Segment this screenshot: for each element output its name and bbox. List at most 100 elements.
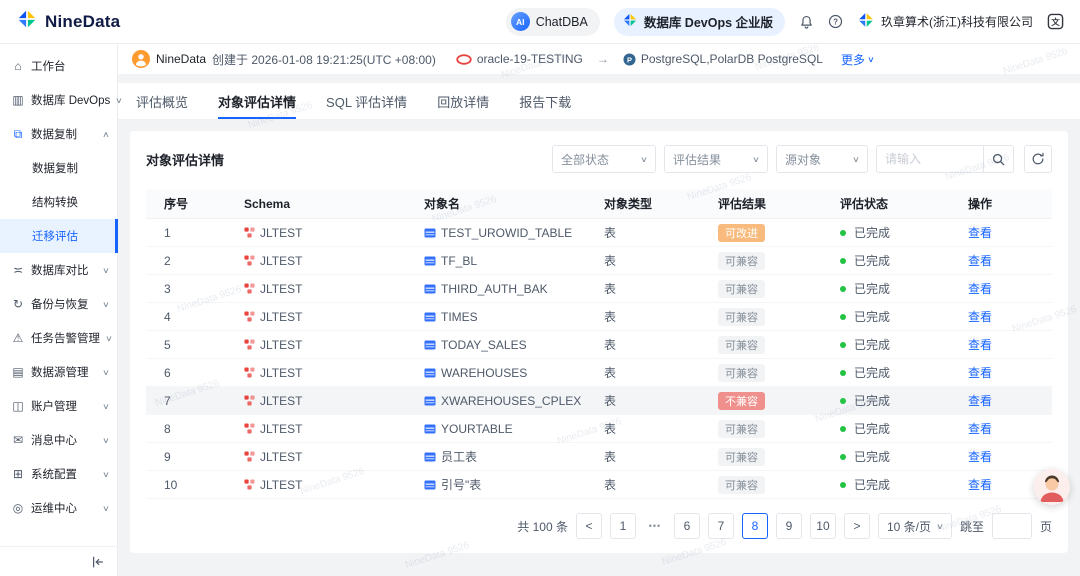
ai-icon: AI <box>511 12 530 31</box>
pagination-page-8[interactable]: 8 <box>742 513 768 539</box>
source-object-filter-select[interactable]: 源对象 ∨ <box>776 145 868 173</box>
result-badge: 可兼容 <box>718 252 765 270</box>
status-dot-icon <box>840 258 846 264</box>
cell-object-type: 表 <box>604 476 718 493</box>
pagination-page-7[interactable]: 7 <box>708 513 734 539</box>
tab-object-detail[interactable]: 对象评估详情 <box>218 83 296 119</box>
chevron-down-icon: ∨ <box>102 504 110 513</box>
tab-overview[interactable]: 评估概览 <box>136 83 188 119</box>
view-link[interactable]: 查看 <box>968 476 992 493</box>
notification-bell-icon[interactable] <box>799 14 814 30</box>
panel-title: 对象评估详情 <box>146 150 224 169</box>
tab-replay-detail[interactable]: 回放详情 <box>437 83 489 119</box>
sidebar-item-ops-center[interactable]: ◎ 运维中心 ∨ <box>0 491 117 525</box>
table-row[interactable]: 7 JLTEST XWAREHOUSES_CPLEX 表 不兼容 已完成 查看 <box>146 387 1052 415</box>
view-link[interactable]: 查看 <box>968 308 992 325</box>
table-icon <box>424 423 436 435</box>
pagination-ellipsis[interactable]: ••• <box>644 521 666 531</box>
chatdba-button[interactable]: AI ChatDBA <box>506 8 600 36</box>
sidebar-footer <box>0 546 117 576</box>
search-input[interactable] <box>877 152 983 166</box>
pagination-page-9[interactable]: 9 <box>776 513 802 539</box>
company-name: 玖章算术(浙江)科技有限公司 <box>881 13 1033 30</box>
cell-object-name: 引号"表 <box>424 476 604 493</box>
view-link[interactable]: 查看 <box>968 224 992 241</box>
table-row[interactable]: 8 JLTEST YOURTABLE 表 可兼容 已完成 查看 <box>146 415 1052 443</box>
support-avatar[interactable] <box>1034 469 1070 505</box>
view-link[interactable]: 查看 <box>968 336 992 353</box>
search-icon[interactable] <box>983 146 1013 172</box>
sidebar-item-system-config[interactable]: ⊞ 系统配置 ∨ <box>0 457 117 491</box>
chevron-down-icon: ∨ <box>102 470 110 479</box>
compare-icon: ≍ <box>11 263 25 277</box>
sidebar-item-backup-restore[interactable]: ↻ 备份与恢复 ∨ <box>0 287 117 321</box>
sidebar-item-label: 任务告警管理 <box>31 330 100 346</box>
table-row[interactable]: 3 JLTEST THIRD_AUTH_BAK 表 可兼容 已完成 查看 <box>146 275 1052 303</box>
cell-status: 已完成 <box>840 336 968 353</box>
status-dot-icon <box>840 286 846 292</box>
sidebar-item-migration-assessment[interactable]: 迁移评估 <box>0 219 117 253</box>
view-link[interactable]: 查看 <box>968 252 992 269</box>
language-icon[interactable]: 文 <box>1047 13 1064 30</box>
result-filter-select[interactable]: 评估结果 ∨ <box>664 145 768 173</box>
view-link[interactable]: 查看 <box>968 280 992 297</box>
sidebar-item-workbench[interactable]: ⌂ 工作台 <box>0 49 117 83</box>
sidebar-item-datasource[interactable]: ▤ 数据源管理 ∨ <box>0 355 117 389</box>
chevron-down-icon: ∨ <box>752 155 760 164</box>
brand-logo[interactable]: NineData <box>16 8 120 35</box>
sidebar-item-database-compare[interactable]: ≍ 数据库对比 ∨ <box>0 253 117 287</box>
edition-button[interactable]: 数据库 DevOps 企业版 <box>614 8 785 36</box>
view-link[interactable]: 查看 <box>968 420 992 437</box>
account-menu[interactable]: 玖章算术(浙江)科技有限公司 <box>857 11 1033 32</box>
help-icon[interactable]: ? <box>828 14 843 29</box>
svg-text:文: 文 <box>1051 17 1060 27</box>
cell-object-name: TODAY_SALES <box>424 338 604 352</box>
sidebar-item-schema-conversion[interactable]: 结构转换 <box>0 185 117 219</box>
cell-schema: JLTEST <box>244 422 424 436</box>
view-link[interactable]: 查看 <box>968 364 992 381</box>
status-dot-icon <box>840 426 846 432</box>
sidebar-item-message-center[interactable]: ✉ 消息中心 ∨ <box>0 423 117 457</box>
collapse-sidebar-icon[interactable] <box>91 555 105 569</box>
schema-icon <box>244 395 255 406</box>
tab-sql-detail[interactable]: SQL 评估详情 <box>326 83 407 119</box>
pagination-page-6[interactable]: 6 <box>674 513 700 539</box>
jump-input[interactable] <box>992 513 1032 539</box>
sidebar-item-account[interactable]: ◫ 账户管理 ∨ <box>0 389 117 423</box>
table-row[interactable]: 6 JLTEST WAREHOUSES 表 可兼容 已完成 查看 <box>146 359 1052 387</box>
ninedata-logo-icon <box>622 12 638 31</box>
target-datasource: P PostgreSQL,PolarDB PostgreSQL <box>623 52 823 66</box>
table-row[interactable]: 1 JLTEST TEST_UROWID_TABLE 表 可改进 已完成 查看 <box>146 219 1052 247</box>
table-row[interactable]: 10 JLTEST 引号"表 表 可兼容 已完成 查看 <box>146 471 1052 499</box>
view-link[interactable]: 查看 <box>968 392 992 409</box>
pagination-page-1[interactable]: 1 <box>610 513 636 539</box>
column-header: 对象类型 <box>604 195 718 212</box>
tab-report-download[interactable]: 报告下载 <box>519 83 571 119</box>
table-row[interactable]: 2 JLTEST TF_BL 表 可兼容 已完成 查看 <box>146 247 1052 275</box>
sidebar-item-data-replication[interactable]: ⧉ 数据复制 ∧ <box>0 117 117 151</box>
cell-index: 10 <box>164 478 244 492</box>
schema-icon <box>244 255 255 266</box>
tabs: 评估概览 对象评估详情 SQL 评估详情 回放详情 报告下载 <box>118 83 1080 120</box>
refresh-button[interactable] <box>1024 145 1052 173</box>
cell-result: 可兼容 <box>718 364 840 382</box>
pagination-page-10[interactable]: 10 <box>810 513 836 539</box>
page-size-select[interactable]: 10 条/页 ∨ <box>878 513 952 539</box>
more-link[interactable]: 更多 ∨ <box>841 51 874 68</box>
sidebar-item-task-alert[interactable]: ⚠ 任务告警管理 ∨ <box>0 321 117 355</box>
column-header: 评估状态 <box>840 195 968 212</box>
sidebar-item-label: 工作台 <box>31 58 66 74</box>
result-badge: 不兼容 <box>718 392 765 410</box>
svg-text:?: ? <box>833 17 838 26</box>
pagination-prev[interactable]: < <box>576 513 602 539</box>
view-link[interactable]: 查看 <box>968 448 992 465</box>
table-row[interactable]: 5 JLTEST TODAY_SALES 表 可兼容 已完成 查看 <box>146 331 1052 359</box>
table-row[interactable]: 4 JLTEST TIMES 表 可兼容 已完成 查看 <box>146 303 1052 331</box>
table-row[interactable]: 9 JLTEST 员工表 表 可兼容 已完成 查看 <box>146 443 1052 471</box>
sidebar-item-database-devops[interactable]: ▥ 数据库 DevOps ∨ <box>0 83 117 117</box>
status-filter-select[interactable]: 全部状态 ∨ <box>552 145 656 173</box>
sidebar-item-data-replication-sub[interactable]: 数据复制 <box>0 151 117 185</box>
cell-object-type: 表 <box>604 224 718 241</box>
pagination-next[interactable]: > <box>844 513 870 539</box>
svg-text:P: P <box>627 55 632 64</box>
